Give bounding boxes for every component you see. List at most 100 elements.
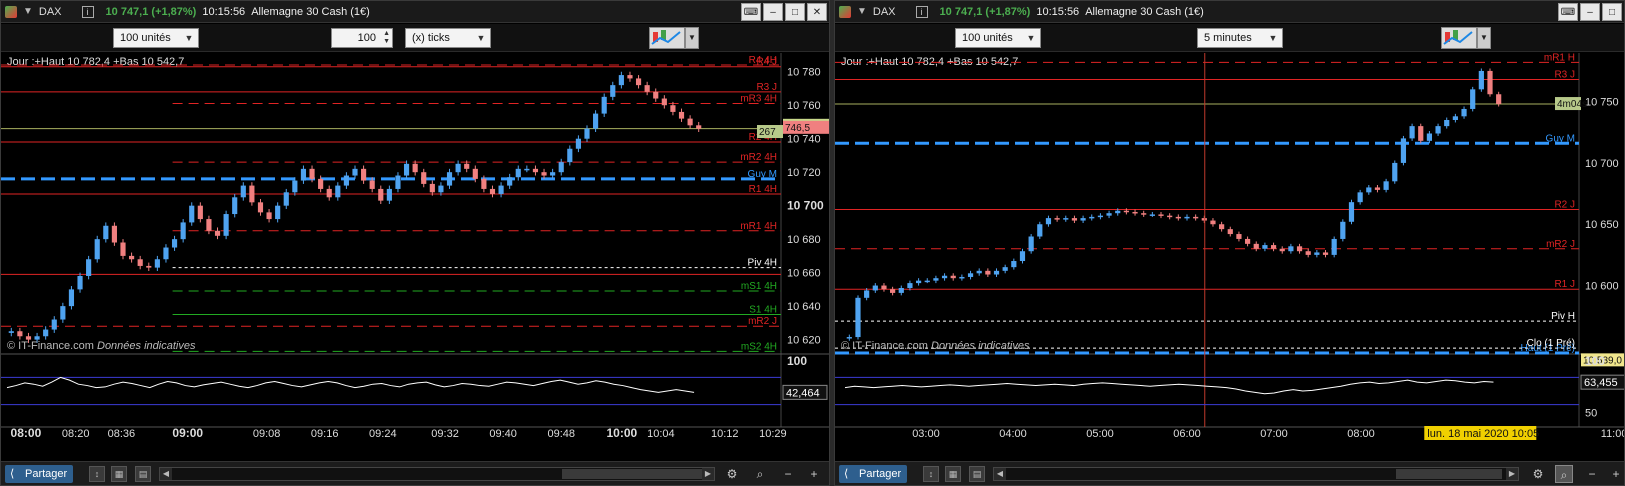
zoom-out-icon[interactable]: −: [1583, 465, 1601, 483]
candle-body: [403, 163, 410, 176]
scroll-thumb[interactable]: [562, 469, 710, 479]
candle-body: [881, 285, 887, 290]
candle-body: [1210, 220, 1216, 225]
share-button[interactable]: ⟨ Partager: [839, 465, 907, 483]
indicator-icon[interactable]: ⚙: [1529, 465, 1547, 483]
candle-body: [1244, 238, 1251, 244]
chart-bottombar: ⟨ Partager ↕ ▦ ▤ ◀ ▶ ⚙ ⌕ − +: [835, 461, 1624, 485]
chevron-down-icon[interactable]: ▼: [857, 6, 867, 17]
candle-body: [257, 202, 264, 213]
candle-body: [1141, 213, 1147, 215]
ticks-stepper[interactable]: 100 ▲ ▼: [331, 28, 393, 48]
share-button[interactable]: ⟨ Partager: [5, 465, 73, 483]
scroll-left-icon[interactable]: ◀: [160, 468, 172, 480]
level-label: R3 J: [1554, 70, 1575, 81]
maximize-button[interactable]: □: [1602, 3, 1622, 21]
candle-body: [1019, 251, 1026, 262]
symbol-name[interactable]: DAX: [873, 6, 896, 18]
chevron-down-icon[interactable]: ▼: [1477, 27, 1491, 49]
y-tick-label: 10 720: [787, 167, 821, 179]
x-tick-label: 08:36: [108, 428, 136, 440]
ticks-unit-select[interactable]: (x) ticks ▼: [405, 28, 491, 48]
price-chart[interactable]: Jour :+Haut 10 782,4 +Bas 10 542,7 R4 4HR…: [1, 53, 830, 463]
draw-tool-icon[interactable]: ↕: [923, 466, 939, 482]
indicator-icon[interactable]: ⚙: [723, 465, 741, 483]
minimize-button[interactable]: –: [763, 3, 783, 21]
candle-body: [644, 85, 650, 92]
candle-body: [137, 259, 143, 266]
zoom-auto-icon[interactable]: ⌕: [1555, 465, 1573, 483]
maximize-button[interactable]: □: [785, 3, 805, 21]
level-label: Guy M: [748, 169, 777, 180]
units-select[interactable]: 100 unités ▼: [113, 28, 199, 48]
zoom-auto-icon[interactable]: ⌕: [751, 465, 769, 483]
candle-body: [472, 168, 478, 179]
trading-tools-icon[interactable]: [1441, 27, 1477, 49]
candle-body: [154, 259, 160, 268]
candle-body: [1071, 218, 1078, 221]
watermark: © IT-Finance.com: [7, 340, 94, 352]
symbol-name[interactable]: DAX: [39, 6, 62, 18]
horizontal-scrollbar[interactable]: ◀ ▶: [159, 467, 715, 481]
y-tick-label: 10 740: [787, 134, 821, 146]
chevron-down-icon[interactable]: ▼: [23, 6, 33, 17]
units-select[interactable]: 100 unités ▼: [955, 28, 1041, 48]
candle-body: [593, 113, 599, 129]
candle-body: [1167, 215, 1173, 218]
candle-body: [60, 306, 66, 320]
candle-body: [1279, 248, 1285, 252]
horizontal-scrollbar[interactable]: ◀ ▶: [993, 467, 1519, 481]
price-chart[interactable]: Jour :+Haut 10 782,4 +Bas 10 542,7 mR1 HR…: [835, 53, 1625, 463]
keyboard-icon[interactable]: ⌨: [1558, 3, 1578, 21]
trading-tools-icon[interactable]: [649, 27, 685, 49]
interval-select[interactable]: 5 minutes ▼: [1197, 28, 1283, 48]
ticks-value: 100: [357, 32, 376, 44]
zoom-out-icon[interactable]: −: [779, 465, 797, 483]
candle-body: [855, 297, 861, 338]
chart-window-right: ▼ DAX i 10 747,1 (+1,87%) 10:15:56 Allem…: [834, 0, 1625, 486]
y-tick-label: 10 680: [787, 234, 821, 246]
table-icon[interactable]: ▤: [135, 466, 151, 482]
candle-body: [1089, 216, 1095, 219]
candle-body: [915, 280, 922, 284]
grid-icon[interactable]: ▦: [945, 466, 961, 482]
y-tick-label: 10 600: [1585, 281, 1619, 293]
grid-icon[interactable]: ▦: [111, 466, 127, 482]
candle-body: [1314, 252, 1320, 255]
candle-body: [1461, 108, 1467, 117]
scroll-right-icon[interactable]: ▶: [1506, 468, 1518, 480]
close-button[interactable]: ✕: [807, 3, 827, 21]
scroll-right-icon[interactable]: ▶: [702, 468, 714, 480]
minimize-button[interactable]: –: [1580, 3, 1600, 21]
rsi-top-label: 100: [1585, 354, 1605, 368]
level-label: mR1 H: [1544, 53, 1575, 63]
info-icon[interactable]: i: [915, 5, 928, 18]
candle-body: [206, 219, 212, 231]
candle-body: [189, 205, 195, 223]
info-icon[interactable]: i: [81, 5, 94, 18]
share-icon: ⟨: [844, 468, 849, 480]
draw-tool-icon[interactable]: ↕: [89, 466, 105, 482]
keyboard-icon[interactable]: ⌨: [741, 3, 761, 21]
chevron-down-icon[interactable]: ▼: [685, 27, 699, 49]
quote-time: 10:15:56: [202, 5, 246, 18]
candle-body: [1366, 187, 1372, 193]
level-label: Piv 4H: [748, 258, 777, 269]
candle-body: [635, 78, 642, 86]
candle-body: [146, 265, 152, 268]
candle-body: [1262, 245, 1268, 249]
candle-body: [541, 172, 547, 176]
x-tick-label: 09:48: [547, 428, 575, 440]
scroll-thumb[interactable]: [1396, 469, 1502, 479]
level-label: Clo (1 Pré): [1527, 338, 1575, 349]
y-tick-label: 10 760: [787, 100, 821, 112]
zoom-in-icon[interactable]: +: [1607, 465, 1624, 483]
table-icon[interactable]: ▤: [969, 466, 985, 482]
stepper-arrows-icon[interactable]: ▲ ▼: [383, 30, 390, 46]
candle-body: [1219, 224, 1225, 230]
candle-body: [464, 163, 470, 169]
candle-body: [1270, 245, 1277, 249]
zoom-in-icon[interactable]: +: [805, 465, 823, 483]
share-icon: ⟨: [10, 468, 15, 480]
scroll-left-icon[interactable]: ◀: [994, 468, 1006, 480]
